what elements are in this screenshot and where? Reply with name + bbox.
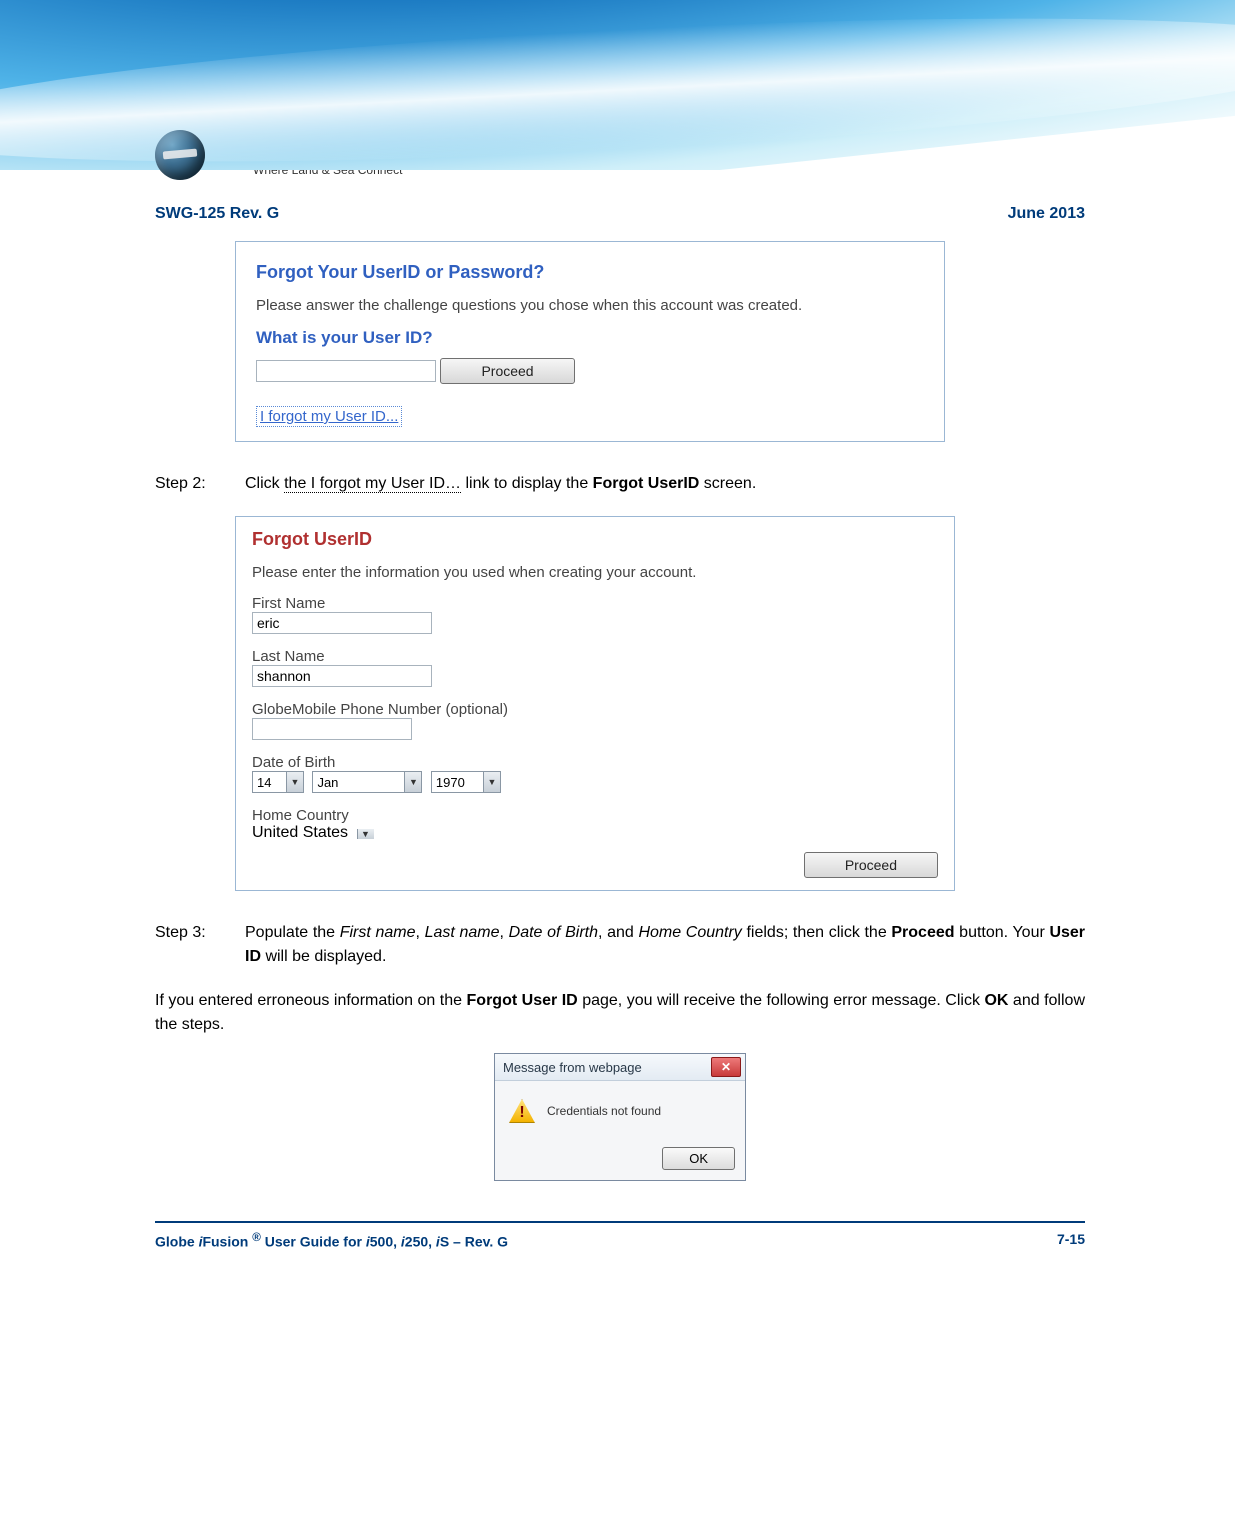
proceed-button[interactable]: Proceed xyxy=(804,852,938,878)
user-id-input[interactable] xyxy=(256,360,436,382)
close-icon: ✕ xyxy=(721,1060,731,1074)
page-footer: Globe iFusion ® User Guide for i500, i25… xyxy=(155,1231,1085,1250)
proceed-button[interactable]: Proceed xyxy=(440,358,574,384)
phone-input[interactable] xyxy=(252,718,412,740)
error-paragraph: If you entered erroneous information on … xyxy=(155,989,1085,1037)
panel-instruction: Please enter the information you used wh… xyxy=(252,564,938,581)
ok-button[interactable]: OK xyxy=(662,1147,735,1170)
dob-year-select[interactable]: 1970 ▼ xyxy=(431,771,501,793)
forgot-credentials-panel: Forgot Your UserID or Password? Please a… xyxy=(235,241,945,442)
chevron-down-icon: ▼ xyxy=(404,772,421,792)
panel-heading: Forgot Your UserID or Password? xyxy=(256,262,924,283)
chevron-down-icon: ▼ xyxy=(286,772,303,792)
globe-icon xyxy=(155,130,205,180)
phone-label: GlobeMobile Phone Number (optional) xyxy=(252,701,938,718)
footer-left: Globe iFusion ® User Guide for i500, i25… xyxy=(155,1231,508,1250)
dialog-title: Message from webpage xyxy=(503,1060,642,1075)
dob-day-select[interactable]: 14 ▼ xyxy=(252,771,304,793)
footer-rule xyxy=(155,1221,1085,1223)
first-name-label: First Name xyxy=(252,595,938,612)
step-3: Step 3: Populate the First name, Last na… xyxy=(155,921,1085,969)
doc-id: SWG-125 Rev. G xyxy=(155,205,279,223)
dialog-message: Credentials not found xyxy=(547,1104,661,1118)
chevron-down-icon: ▼ xyxy=(483,772,500,792)
chevron-down-icon: ▼ xyxy=(357,829,374,839)
page-number: 7-15 xyxy=(1057,1231,1085,1250)
home-country-select[interactable]: United States ▼ xyxy=(252,824,374,841)
step2-link-text: the I forgot my User ID… xyxy=(284,475,461,493)
panel-instruction: Please answer the challenge questions yo… xyxy=(256,297,924,314)
doc-date: June 2013 xyxy=(1008,205,1085,223)
close-button[interactable]: ✕ xyxy=(711,1057,741,1077)
forgot-userid-panel: Forgot UserID Please enter the informati… xyxy=(235,516,955,891)
forgot-user-id-link[interactable]: I forgot my User ID... xyxy=(256,406,402,427)
first-name-input[interactable]: eric xyxy=(252,612,432,634)
step-label: Step 3: xyxy=(155,921,245,969)
error-dialog: Message from webpage ✕ ! Credentials not… xyxy=(494,1053,746,1181)
dob-month-select[interactable]: Jan ▼ xyxy=(312,771,422,793)
last-name-label: Last Name xyxy=(252,648,938,665)
user-id-question: What is your User ID? xyxy=(256,328,924,348)
step-2: Step 2: Click the I forgot my User ID… l… xyxy=(155,472,1085,496)
dob-label: Date of Birth xyxy=(252,754,938,771)
warning-icon: ! xyxy=(509,1099,535,1123)
panel-heading: Forgot UserID xyxy=(252,529,938,550)
document-header: SWG-125 Rev. G June 2013 xyxy=(155,205,1085,223)
last-name-input[interactable]: shannon xyxy=(252,665,432,687)
step-label: Step 2: xyxy=(155,472,245,496)
home-country-label: Home Country xyxy=(252,807,938,824)
